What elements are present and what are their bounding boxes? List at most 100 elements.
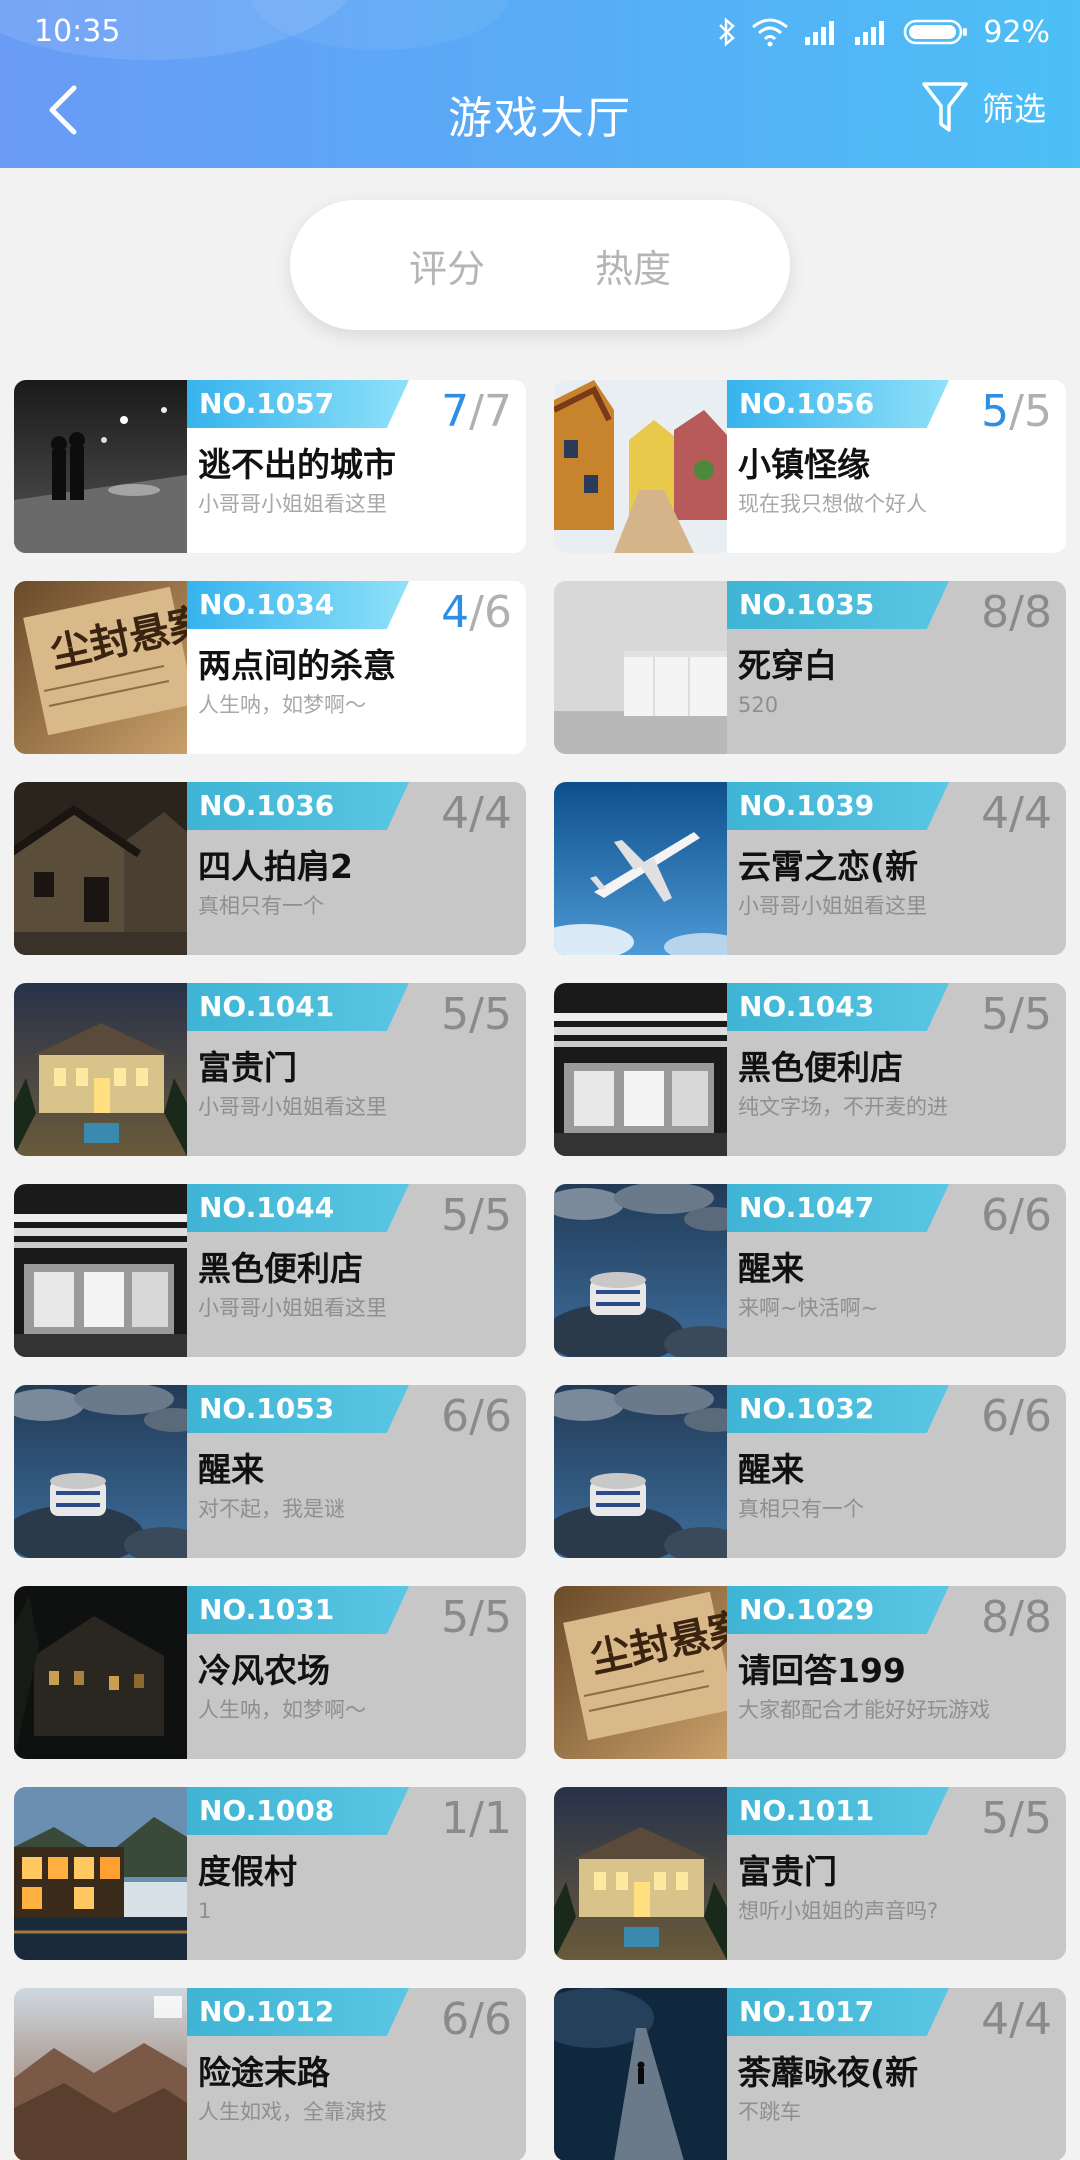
player-count-current: 6 [981, 1391, 1010, 1442]
room-number: NO.1044 [187, 1184, 409, 1232]
game-room-card[interactable]: NO.1008 1/1 度假村 1 [14, 1787, 526, 1960]
room-thumbnail: 尘封悬案 [14, 581, 187, 754]
room-thumbnail [14, 1787, 187, 1960]
player-count: 5/5 [981, 386, 1052, 437]
room-subtitle: 小哥哥小姐姐看这里 [738, 894, 927, 918]
game-room-card[interactable]: NO.1036 4/4 四人拍肩2 真相只有一个 [14, 782, 526, 955]
player-count-current: 5 [981, 989, 1010, 1040]
player-count-current: 1 [441, 1793, 470, 1844]
game-room-card[interactable]: NO.1011 5/5 富贵门 想听小姐姐的声音吗? [554, 1787, 1066, 1960]
room-thumbnail [554, 1988, 727, 2160]
filter-button[interactable]: 筛选 [920, 78, 1046, 136]
player-count-current: 5 [441, 1592, 470, 1643]
tab-rating[interactable]: 评分 [409, 238, 485, 293]
player-count-total: /7 [469, 386, 512, 437]
player-count: 5/5 [981, 989, 1052, 1040]
room-title: 四人拍肩2 [198, 847, 353, 886]
game-room-card[interactable]: 尘封悬案 NO.1029 8/8 请回答199 大家都配合才能好好玩游戏 [554, 1586, 1066, 1759]
room-title: 黑色便利店 [198, 1249, 363, 1288]
room-thumbnail [14, 1385, 187, 1558]
player-count-current: 6 [441, 1994, 470, 2045]
player-count-total: /5 [469, 1190, 512, 1241]
wifi-icon [752, 18, 789, 47]
room-title: 富贵门 [198, 1048, 297, 1087]
game-room-card[interactable]: NO.1035 8/8 死穿白 520 [554, 581, 1066, 754]
player-count-current: 5 [981, 1793, 1010, 1844]
room-thumbnail [14, 1184, 187, 1357]
room-subtitle: 小哥哥小姐姐看这里 [198, 1296, 387, 1320]
game-room-card[interactable]: NO.1039 4/4 云霄之恋(新 小哥哥小姐姐看这里 [554, 782, 1066, 955]
game-room-card[interactable]: NO.1031 5/5 冷风农场 人生呐，如梦啊～ [14, 1586, 526, 1759]
room-title: 险途末路 [198, 2053, 330, 2092]
player-count-current: 5 [981, 386, 1010, 437]
room-number: NO.1032 [727, 1385, 949, 1433]
game-room-card[interactable]: NO.1032 6/6 醒来 真相只有一个 [554, 1385, 1066, 1558]
room-subtitle: 大家都配合才能好好玩游戏 [738, 1698, 990, 1722]
room-title: 逃不出的城市 [198, 445, 396, 484]
player-count-total: /6 [469, 1391, 512, 1442]
game-room-card[interactable]: NO.1041 5/5 富贵门 小哥哥小姐姐看这里 [14, 983, 526, 1156]
room-number: NO.1008 [187, 1787, 409, 1835]
room-title: 醒来 [738, 1450, 804, 1489]
tab-popularity[interactable]: 热度 [595, 238, 671, 293]
game-room-card[interactable]: NO.1012 6/6 险途末路 人生如戏，全靠演技 [14, 1988, 526, 2160]
game-room-card[interactable]: NO.1044 5/5 黑色便利店 小哥哥小姐姐看这里 [14, 1184, 526, 1357]
player-count-total: /4 [1009, 788, 1052, 839]
game-room-card[interactable]: 尘封悬案 NO.1034 4/6 两点间的杀意 人生呐，如梦啊～ [14, 581, 526, 754]
player-count-total: /6 [469, 587, 512, 638]
player-count: 8/8 [981, 587, 1052, 638]
room-thumbnail [554, 1787, 727, 1960]
game-room-card[interactable]: NO.1017 4/4 荼蘼咏夜(新 不跳车 [554, 1988, 1066, 2160]
room-thumbnail [14, 983, 187, 1156]
game-room-card[interactable]: NO.1047 6/6 醒来 来啊~快活啊~ [554, 1184, 1066, 1357]
room-number: NO.1047 [727, 1184, 949, 1232]
room-number: NO.1043 [727, 983, 949, 1031]
room-subtitle: 1 [198, 1899, 212, 1923]
room-subtitle: 来啊~快活啊~ [738, 1296, 879, 1320]
player-count: 7/7 [441, 386, 512, 437]
room-title: 小镇怪缘 [738, 445, 870, 484]
room-number: NO.1012 [187, 1988, 409, 2036]
sort-tabs: 评分 热度 [290, 200, 790, 330]
filter-icon [922, 82, 968, 132]
player-count: 4/4 [981, 1994, 1052, 2045]
player-count-total: /1 [469, 1793, 512, 1844]
room-subtitle: 对不起，我是谜 [198, 1497, 345, 1521]
room-subtitle: 人生如戏，全靠演技 [198, 2100, 387, 2124]
room-thumbnail [14, 782, 187, 955]
player-count-current: 6 [441, 1391, 470, 1442]
room-title: 云霄之恋(新 [738, 847, 919, 886]
player-count-total: /5 [469, 989, 512, 1040]
player-count-current: 5 [441, 989, 470, 1040]
player-count: 5/5 [981, 1793, 1052, 1844]
bluetooth-icon [719, 17, 736, 47]
room-thumbnail [554, 782, 727, 955]
room-number: NO.1056 [727, 380, 949, 428]
game-room-card[interactable]: NO.1056 5/5 小镇怪缘 现在我只想做个好人 [554, 380, 1066, 553]
room-number: NO.1057 [187, 380, 409, 428]
room-thumbnail [554, 380, 727, 553]
room-subtitle: 想听小姐姐的声音吗? [738, 1899, 939, 1923]
room-title: 醒来 [738, 1249, 804, 1288]
room-number: NO.1035 [727, 581, 949, 629]
game-room-card[interactable]: NO.1053 6/6 醒来 对不起，我是谜 [14, 1385, 526, 1558]
player-count-current: 8 [981, 1592, 1010, 1643]
room-subtitle: 人生呐，如梦啊～ [198, 1698, 366, 1722]
player-count-total: /6 [469, 1994, 512, 2045]
room-number: NO.1017 [727, 1988, 949, 2036]
player-count-current: 4 [441, 788, 470, 839]
player-count-total: /5 [1009, 386, 1052, 437]
room-subtitle: 520 [738, 693, 779, 717]
player-count: 1/1 [441, 1793, 512, 1844]
room-thumbnail [554, 581, 727, 754]
app-header: 10:35 92% 游戏大厅 筛选 [0, 0, 1080, 168]
signal-icon [855, 21, 885, 45]
player-count: 4/4 [981, 788, 1052, 839]
room-thumbnail [554, 1385, 727, 1558]
player-count-total: /5 [1009, 1793, 1052, 1844]
game-room-card[interactable]: NO.1057 7/7 逃不出的城市 小哥哥小姐姐看这里 [14, 380, 526, 553]
status-bar: 10:35 92% [0, 0, 1080, 66]
room-number: NO.1029 [727, 1586, 949, 1634]
room-number: NO.1053 [187, 1385, 409, 1433]
game-room-card[interactable]: NO.1043 5/5 黑色便利店 纯文字场，不开麦的进 [554, 983, 1066, 1156]
